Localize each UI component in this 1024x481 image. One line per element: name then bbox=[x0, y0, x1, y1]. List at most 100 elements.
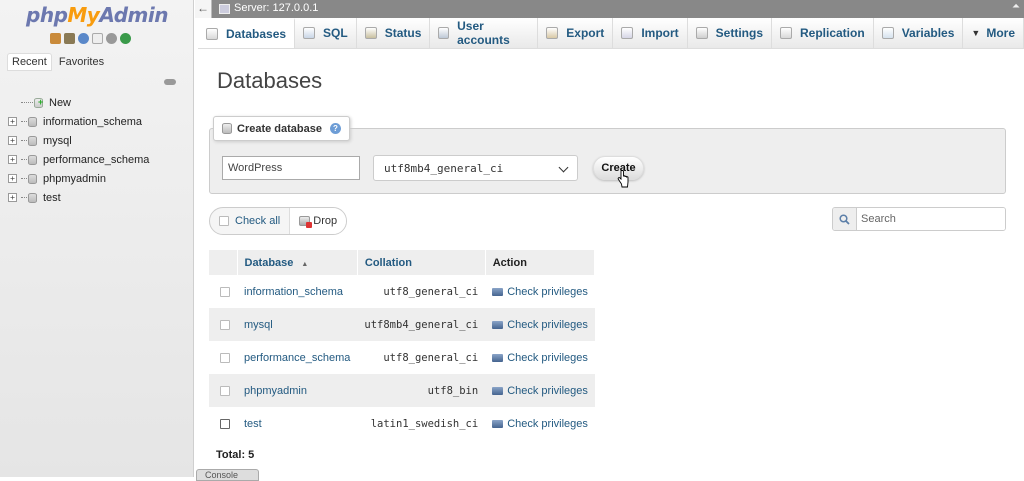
sort-asc-icon: ▲ bbox=[301, 260, 309, 268]
check-privileges-link[interactable]: Check privileges bbox=[507, 418, 588, 430]
tree-item-database[interactable]: + test bbox=[8, 188, 194, 207]
reload-icon[interactable] bbox=[120, 33, 131, 44]
expand-plus-icon[interactable]: + bbox=[8, 174, 17, 183]
navigation-panel: phpMyAdmin Recent Favorites New + informat… bbox=[0, 0, 194, 477]
tab-settings[interactable]: Settings bbox=[688, 18, 772, 48]
help-icon[interactable]: ? bbox=[330, 123, 341, 134]
tree-item-database[interactable]: + information_schema bbox=[8, 112, 194, 131]
import-icon bbox=[621, 27, 634, 39]
table-row: test latin1_swedish_ci Check privileges bbox=[209, 407, 595, 440]
row-checkbox[interactable] bbox=[220, 286, 230, 297]
database-link[interactable]: phpmyadmin bbox=[244, 385, 307, 397]
drop-button[interactable]: Drop bbox=[290, 208, 347, 234]
bulk-action-group: Check all Drop bbox=[209, 207, 348, 235]
export-icon bbox=[546, 27, 559, 39]
tree-item-database[interactable]: + mysql bbox=[8, 131, 194, 150]
collation-selected-value: utf8mb4_general_ci bbox=[384, 161, 504, 175]
privileges-icon bbox=[492, 320, 504, 329]
check-privileges-link[interactable]: Check privileges bbox=[507, 352, 588, 364]
tab-status[interactable]: Status bbox=[357, 18, 431, 48]
new-database-icon bbox=[222, 123, 232, 134]
row-checkbox[interactable] bbox=[220, 319, 230, 330]
tab-databases[interactable]: Databases bbox=[198, 18, 296, 48]
row-select-cell bbox=[209, 407, 237, 440]
new-database-icon bbox=[34, 97, 43, 108]
tab-more[interactable]: ▼ More bbox=[963, 18, 1024, 48]
check-privileges-link[interactable]: Check privileges bbox=[507, 286, 588, 298]
tree-item-label: information_schema bbox=[43, 115, 143, 128]
expand-plus-icon[interactable]: + bbox=[8, 136, 17, 145]
header-collation[interactable]: Collation bbox=[357, 250, 486, 275]
check-privileges-link[interactable]: Check privileges bbox=[507, 385, 588, 397]
database-link[interactable]: test bbox=[244, 418, 262, 430]
collation-cell: utf8_general_ci bbox=[357, 275, 486, 308]
row-checkbox[interactable] bbox=[220, 418, 230, 429]
privileges-icon bbox=[492, 287, 504, 296]
database-link[interactable]: information_schema bbox=[244, 286, 343, 298]
check-all-label: Check all bbox=[235, 215, 281, 227]
link-collapse-icon[interactable] bbox=[164, 79, 176, 85]
logo-admin: Admin bbox=[99, 3, 168, 27]
database-link[interactable]: performance_schema bbox=[244, 352, 350, 364]
search-input[interactable] bbox=[857, 208, 1005, 230]
home-icon[interactable] bbox=[50, 33, 61, 44]
tab-variables[interactable]: Variables bbox=[874, 18, 964, 48]
tab-label: More bbox=[986, 26, 1015, 40]
expand-plus-icon[interactable]: + bbox=[8, 193, 17, 202]
tab-export[interactable]: Export bbox=[538, 18, 614, 48]
tree-connector bbox=[21, 159, 27, 160]
table-row: phpmyadmin utf8_bin Check privileges bbox=[209, 374, 595, 407]
console-tab[interactable]: Console bbox=[196, 469, 259, 481]
search-icon[interactable] bbox=[833, 208, 857, 230]
expand-plus-icon[interactable]: + bbox=[8, 117, 17, 126]
back-arrow-icon[interactable]: ← bbox=[195, 0, 212, 18]
tab-sql[interactable]: SQL bbox=[295, 18, 357, 48]
tree-connector bbox=[21, 121, 27, 122]
expand-plus-icon[interactable]: + bbox=[8, 155, 17, 164]
docs-icon[interactable] bbox=[92, 33, 103, 44]
tab-label: Export bbox=[566, 26, 605, 40]
row-checkbox[interactable] bbox=[220, 352, 230, 363]
sql-icon bbox=[303, 27, 316, 39]
collation-cell: utf8_general_ci bbox=[357, 341, 486, 374]
collation-cell: utf8_bin bbox=[357, 374, 486, 407]
database-tree: New + information_schema + mysql + performance… bbox=[8, 93, 194, 207]
row-select-cell bbox=[209, 374, 237, 407]
row-checkbox[interactable] bbox=[220, 385, 230, 396]
row-select-cell bbox=[209, 341, 237, 374]
collation-select[interactable]: utf8mb4_general_ci bbox=[373, 155, 578, 181]
tab-label: User accounts bbox=[457, 19, 510, 47]
database-icon bbox=[28, 154, 37, 165]
check-all-checkbox[interactable] bbox=[219, 216, 229, 226]
header-select bbox=[209, 250, 238, 275]
check-all-toggle[interactable]: Check all bbox=[210, 208, 291, 234]
phpmyadmin-logo[interactable]: phpMyAdmin bbox=[0, 3, 194, 27]
tab-favorites[interactable]: Favorites bbox=[54, 53, 109, 71]
privileges-icon bbox=[492, 353, 504, 362]
server-breadcrumb[interactable]: Server: 127.0.0.1 bbox=[234, 2, 318, 14]
collapse-top-icon[interactable]: ⏶ bbox=[1012, 1, 1020, 12]
settings-icon[interactable] bbox=[106, 33, 117, 44]
header-database[interactable]: Database ▲ bbox=[237, 250, 358, 275]
logo-my: My bbox=[67, 3, 100, 27]
tab-replication[interactable]: Replication bbox=[772, 18, 874, 48]
database-name-input[interactable]: WordPress bbox=[222, 156, 360, 180]
tree-connector bbox=[21, 197, 27, 198]
page-title: Databases bbox=[217, 68, 323, 93]
tab-recent[interactable]: Recent bbox=[7, 53, 52, 71]
help-icon[interactable] bbox=[78, 33, 89, 44]
caret-down-icon: ▼ bbox=[971, 28, 981, 38]
tree-item-label: test bbox=[43, 191, 61, 204]
database-icon[interactable] bbox=[64, 33, 75, 44]
database-link[interactable]: mysql bbox=[244, 319, 273, 331]
check-privileges-link[interactable]: Check privileges bbox=[507, 319, 588, 331]
tree-item-database[interactable]: + phpmyadmin bbox=[8, 169, 194, 188]
tree-item-new[interactable]: New bbox=[8, 93, 194, 112]
main-menu-tabs: Databases SQL Status User accounts Export Imp… bbox=[198, 18, 1024, 49]
database-icon bbox=[28, 135, 37, 146]
tab-user-accounts[interactable]: User accounts bbox=[430, 18, 539, 48]
tab-import[interactable]: Import bbox=[613, 18, 688, 48]
tree-item-database[interactable]: + performance_schema bbox=[8, 150, 194, 169]
tab-label: Variables bbox=[901, 26, 955, 40]
hand-cursor-icon bbox=[617, 170, 629, 188]
